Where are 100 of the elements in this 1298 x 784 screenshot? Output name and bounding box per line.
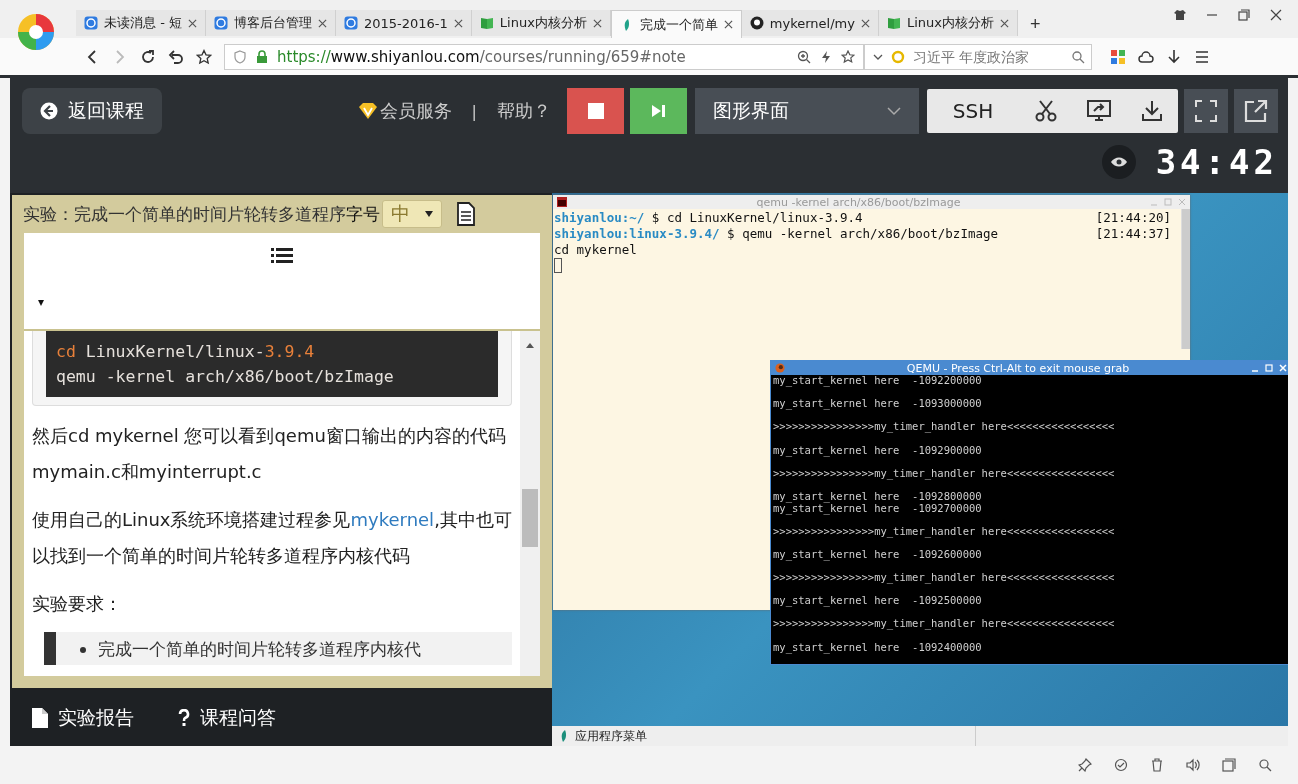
- console-line: my_start_kernel here -1092500000: [773, 593, 983, 607]
- lock-icon: [255, 49, 269, 64]
- browser-tab[interactable]: 完成一个简单: [610, 10, 742, 38]
- lightning-icon[interactable]: [819, 49, 833, 64]
- search-icon[interactable]: [1071, 49, 1085, 64]
- chevron-down-icon: [887, 106, 901, 116]
- search-bar[interactable]: 习近平 年度政治家: [864, 43, 1092, 70]
- requirements-heading: 实验要求：: [32, 592, 123, 616]
- member-service-link[interactable]: 会员服务: [379, 99, 452, 123]
- font-size-select[interactable]: 中: [382, 200, 442, 228]
- cloud-icon[interactable]: [1138, 48, 1154, 65]
- fullscreen-icon: [1194, 99, 1218, 123]
- close-icon[interactable]: [723, 20, 733, 29]
- requirement-text: 完成一个简单的时间片轮转多道程序内核代: [98, 638, 421, 661]
- restore-icon[interactable]: [1238, 9, 1250, 21]
- window-title: QEMU - Press Ctrl-Alt to exit mouse grab: [905, 361, 1131, 375]
- console-line: my_start_kernel here -1092400000: [773, 639, 983, 654]
- close-icon[interactable]: [1270, 9, 1282, 21]
- window-icon[interactable]: [1222, 758, 1236, 772]
- close-icon[interactable]: [453, 18, 463, 28]
- globe-icon: [343, 16, 358, 30]
- address-field[interactable]: https://www.shiyanlou.com/courses/running/659#note: [224, 43, 864, 70]
- star-icon[interactable]: [196, 48, 212, 65]
- paragraph: 使用自己的Linux系统环境搭建过程参见mykernel,其中也可以找到一个简单的时间片轮转多道程序内核代码: [32, 508, 512, 568]
- pin-icon[interactable]: [1078, 758, 1092, 772]
- stop-button[interactable]: [567, 88, 624, 134]
- console-line: >>>>>>>>>>>>>>>>my_timer_handler here<<<<<<<<<<<<<<<<<: [773, 465, 1116, 480]
- monitor-icon: [1085, 99, 1112, 123]
- search-icon[interactable]: [1258, 758, 1272, 772]
- back-button[interactable]: 返回课程: [22, 88, 162, 134]
- close-icon[interactable]: [860, 18, 870, 28]
- app-menu-button[interactable]: 应用程序菜单: [552, 726, 976, 746]
- download-icon[interactable]: [1166, 48, 1182, 65]
- browser-tab[interactable]: 博客后台管理: [205, 10, 336, 36]
- console-line: my_start_kernel here -1092700000: [773, 502, 983, 515]
- leaf-icon: [560, 730, 569, 742]
- reload-icon[interactable]: [140, 48, 156, 65]
- bullet-icon: [80, 646, 86, 653]
- skip-icon: [650, 104, 667, 118]
- console-line: my_start_kernel here -1092200000: [773, 375, 983, 387]
- code-line: qemu -kernel arch/x86/boot/bzImage: [56, 366, 395, 388]
- scrollbar-thumb[interactable]: [522, 489, 538, 547]
- help-link[interactable]: 帮助？: [497, 99, 551, 123]
- star-icon[interactable]: [841, 49, 855, 64]
- view-select[interactable]: 图形界面: [695, 88, 919, 134]
- code-line: cd LinuxKernel/linux-3.9.4: [56, 341, 316, 363]
- scrollbar[interactable]: [520, 331, 540, 676]
- speaker-icon[interactable]: [1186, 758, 1200, 772]
- zoom-icon[interactable]: [797, 49, 811, 64]
- list-icon[interactable]: [271, 247, 293, 265]
- document-icon: [32, 708, 48, 728]
- shield-icon: [233, 49, 247, 64]
- close-icon[interactable]: [1000, 18, 1009, 28]
- toc-caret[interactable]: ▾: [38, 295, 45, 309]
- console-line: my_start_kernel here -1092900000: [773, 442, 983, 457]
- book-icon: [886, 16, 901, 30]
- ring-icon: [891, 49, 905, 64]
- question-mark-icon: [178, 709, 190, 727]
- browser-tab[interactable]: mykernel/my: [741, 10, 879, 36]
- timestamp-text: [21:44:37]: [1095, 226, 1171, 242]
- close-icon[interactable]: [592, 18, 602, 28]
- browser-tab[interactable]: 未读消息 - 短: [76, 10, 206, 36]
- scissors-icon: [1033, 99, 1058, 123]
- browser-tab[interactable]: Linux内核分析: [878, 10, 1018, 36]
- terminal-line: cd mykernel: [554, 242, 637, 258]
- new-tab-button[interactable]: +: [1018, 10, 1053, 38]
- mykernel-link[interactable]: mykernel: [350, 509, 435, 530]
- scrollbar[interactable]: [1181, 209, 1190, 349]
- search-field[interactable]: 习近平 年度政治家: [911, 47, 1065, 66]
- url-text: https://www.shiyanlou.com/courses/running/659#note: [277, 47, 687, 66]
- browser-tab[interactable]: 2015-2016-1: [335, 10, 472, 36]
- shirt-icon[interactable]: [1174, 9, 1186, 21]
- timestamp-text: [21:44:20]: [1095, 210, 1171, 226]
- terminal-icon: [557, 197, 567, 207]
- apps-grid-icon[interactable]: [1110, 48, 1126, 65]
- download-icon: [1139, 99, 1164, 123]
- trash-icon[interactable]: [1150, 758, 1164, 772]
- console-line: >>>>>>>>>>>>>>>>my_timer_handler here<<<<<<<<<<<<<<<<<: [773, 616, 1116, 631]
- scroll-up-icon[interactable]: [526, 343, 534, 348]
- console-line: my_start_kernel here -1092600000: [773, 546, 983, 561]
- undo-icon[interactable]: [168, 48, 184, 65]
- report-link[interactable]: 实验报告: [32, 705, 134, 731]
- console-line: my_start_kernel here -1092800000: [773, 488, 983, 503]
- window-title: qemu -kernel arch/x86/boot/bzImage: [755, 195, 962, 209]
- console-line: >>>>>>>>>>>>>>>>my_timer_handler here<<<<<<<<<<<<<<<<<: [773, 523, 1116, 538]
- menu-icon[interactable]: [1194, 48, 1210, 65]
- browser-tab[interactable]: Linux内核分析: [471, 10, 611, 36]
- document-icon[interactable]: [456, 202, 476, 226]
- globe-icon: [213, 16, 228, 30]
- globe-icon: [84, 16, 98, 30]
- external-link-button[interactable]: [1234, 89, 1278, 133]
- eye-button[interactable]: [1101, 145, 1136, 179]
- close-icon[interactable]: [187, 18, 197, 28]
- console-line: >>>>>>>>>>>>>>>>my_timer_handler here<<<<<<<<<<<<<<<<<: [773, 570, 1116, 584]
- qa-link[interactable]: 课程问答: [178, 705, 276, 731]
- close-icon[interactable]: [317, 18, 327, 28]
- fullscreen-button[interactable]: [1184, 89, 1228, 133]
- book-icon: [479, 16, 494, 30]
- paragraph: 然后cd mykernel 您可以看到qemu窗口输出的内容的代码mymain.c和myinterrupt.c: [32, 424, 507, 484]
- font-size-label: 字号: [346, 202, 380, 226]
